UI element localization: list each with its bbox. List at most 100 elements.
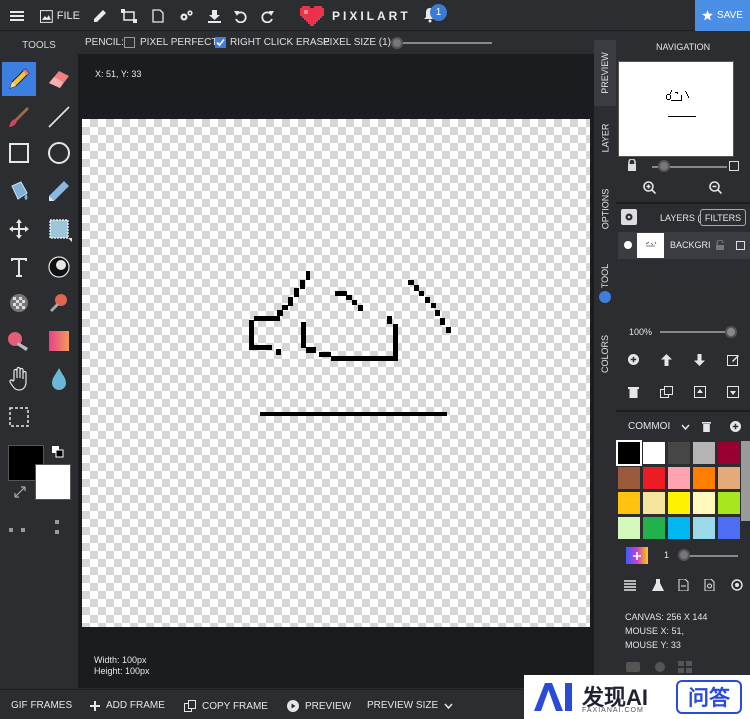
tab-layer[interactable]: LAYER bbox=[594, 110, 616, 166]
select-tool[interactable] bbox=[42, 212, 76, 246]
edit-layer-icon[interactable] bbox=[727, 354, 739, 366]
secondary-color-swatch[interactable] bbox=[35, 464, 71, 500]
layer-visibility-icon[interactable] bbox=[624, 241, 632, 249]
layer-select-checkbox[interactable] bbox=[736, 241, 745, 250]
download-icon[interactable] bbox=[206, 6, 222, 26]
gif-frames-button[interactable]: GIF FRAMES bbox=[11, 700, 72, 711]
layer-settings-button[interactable] bbox=[621, 209, 637, 225]
palette-swatch[interactable] bbox=[643, 442, 665, 464]
shade-tool[interactable] bbox=[2, 324, 36, 358]
resize-icon[interactable] bbox=[119, 6, 139, 26]
lighten-tool[interactable] bbox=[42, 362, 76, 396]
fill-tool[interactable] bbox=[2, 174, 36, 208]
redo-icon[interactable] bbox=[259, 6, 275, 26]
dither-tool[interactable] bbox=[42, 250, 76, 284]
pan-tool[interactable] bbox=[2, 362, 36, 396]
undo-icon[interactable] bbox=[232, 6, 248, 26]
lock-icon[interactable] bbox=[627, 159, 637, 171]
palette-swatch[interactable] bbox=[668, 467, 690, 489]
pixel-size-slider[interactable] bbox=[398, 42, 492, 44]
move-layer-up-icon[interactable] bbox=[661, 354, 672, 366]
merge-up-icon[interactable] bbox=[694, 386, 706, 398]
chevron-down-icon[interactable] bbox=[681, 424, 690, 430]
eyedropper-icon[interactable] bbox=[91, 6, 109, 26]
opacity-slider[interactable] bbox=[660, 331, 735, 333]
pixel-perfect-checkbox[interactable] bbox=[124, 37, 135, 48]
record-icon[interactable] bbox=[731, 579, 743, 591]
rectangle-tool[interactable] bbox=[2, 136, 36, 170]
palette-swatch[interactable] bbox=[718, 467, 740, 489]
palette-swatch[interactable] bbox=[668, 492, 690, 514]
fit-checkbox[interactable] bbox=[729, 161, 739, 171]
palette-name[interactable]: COMMOI bbox=[628, 421, 670, 432]
add-layer-icon[interactable] bbox=[628, 354, 639, 365]
drawing-canvas[interactable] bbox=[82, 119, 590, 627]
import-palette-icon[interactable] bbox=[678, 579, 689, 591]
palette-swatch[interactable] bbox=[693, 442, 715, 464]
add-frame-button[interactable]: ADD FRAME bbox=[90, 700, 165, 711]
palette-scrollbar[interactable] bbox=[741, 441, 750, 521]
palette-swatch[interactable] bbox=[618, 492, 640, 514]
more-tools-icon[interactable] bbox=[9, 518, 69, 536]
opacity-slider-knob[interactable] bbox=[725, 326, 737, 338]
eraser-tool[interactable] bbox=[42, 62, 76, 96]
reset-colors-icon[interactable] bbox=[14, 486, 26, 498]
palette-swatch[interactable] bbox=[643, 467, 665, 489]
filters-button[interactable]: FILTERS bbox=[700, 209, 746, 226]
marquee-tool[interactable] bbox=[2, 400, 36, 434]
palette-swatch[interactable] bbox=[693, 467, 715, 489]
copy-frame-button[interactable]: COPY FRAME bbox=[184, 700, 268, 712]
stamp-tool[interactable] bbox=[42, 286, 76, 320]
menu-icon[interactable] bbox=[8, 6, 26, 26]
brush-size-slider-knob[interactable] bbox=[678, 549, 690, 561]
add-color-button[interactable] bbox=[626, 547, 648, 564]
add-palette-icon[interactable] bbox=[730, 421, 741, 432]
palette-swatch[interactable] bbox=[718, 517, 740, 539]
preview-size-dropdown[interactable]: PREVIEW SIZE bbox=[367, 700, 453, 711]
ellipse-tool[interactable] bbox=[42, 136, 76, 170]
flask-icon[interactable] bbox=[652, 579, 664, 591]
palette-swatch[interactable] bbox=[718, 492, 740, 514]
palette-swatch[interactable] bbox=[718, 442, 740, 464]
palette-swatch[interactable] bbox=[643, 492, 665, 514]
file-menu-button[interactable]: FILE bbox=[40, 6, 80, 26]
list-icon[interactable] bbox=[624, 580, 636, 591]
brush-tool[interactable] bbox=[2, 100, 36, 134]
navigation-preview[interactable] bbox=[618, 61, 734, 157]
tab-options[interactable]: OPTIONS bbox=[594, 180, 616, 238]
preview-button[interactable]: PREVIEW bbox=[287, 700, 351, 712]
delete-layer-icon[interactable] bbox=[628, 386, 639, 398]
palette-swatch[interactable] bbox=[616, 440, 642, 466]
save-button[interactable]: SAVE bbox=[695, 0, 750, 31]
pattern-tool[interactable] bbox=[2, 286, 36, 320]
palette-footer-icons[interactable] bbox=[626, 660, 696, 674]
palette-swatch[interactable] bbox=[668, 442, 690, 464]
palette-swatch[interactable] bbox=[668, 517, 690, 539]
export-palette-icon[interactable] bbox=[704, 579, 715, 591]
move-layer-down-icon[interactable] bbox=[694, 354, 705, 366]
layer-unlock-icon[interactable] bbox=[715, 240, 725, 250]
palette-swatch[interactable] bbox=[693, 517, 715, 539]
swap-colors-icon[interactable] bbox=[52, 446, 64, 458]
settings-icon[interactable] bbox=[177, 6, 195, 26]
palette-swatch[interactable] bbox=[693, 492, 715, 514]
zoom-in-icon[interactable] bbox=[643, 181, 656, 194]
new-file-icon[interactable] bbox=[150, 6, 166, 26]
color-picker-tool[interactable] bbox=[42, 174, 76, 208]
move-tool[interactable] bbox=[2, 212, 36, 246]
merge-down-icon[interactable] bbox=[727, 386, 739, 398]
duplicate-layer-icon[interactable] bbox=[660, 386, 673, 398]
pixel-size-slider-knob[interactable] bbox=[391, 37, 403, 49]
pixilart-logo[interactable]: PIXILART bbox=[300, 6, 411, 26]
text-tool[interactable] bbox=[2, 250, 36, 284]
right-click-erase-checkbox[interactable] bbox=[215, 37, 226, 48]
tab-colors[interactable]: COLORS bbox=[594, 326, 616, 382]
delete-palette-icon[interactable] bbox=[702, 421, 711, 432]
zoom-out-icon[interactable] bbox=[709, 181, 722, 194]
palette-swatch[interactable] bbox=[618, 467, 640, 489]
zoom-slider-knob[interactable] bbox=[658, 160, 670, 172]
gradient-tool[interactable] bbox=[42, 324, 76, 358]
palette-swatch[interactable] bbox=[618, 517, 640, 539]
line-tool[interactable] bbox=[42, 100, 76, 134]
pencil-tool[interactable] bbox=[2, 62, 36, 96]
